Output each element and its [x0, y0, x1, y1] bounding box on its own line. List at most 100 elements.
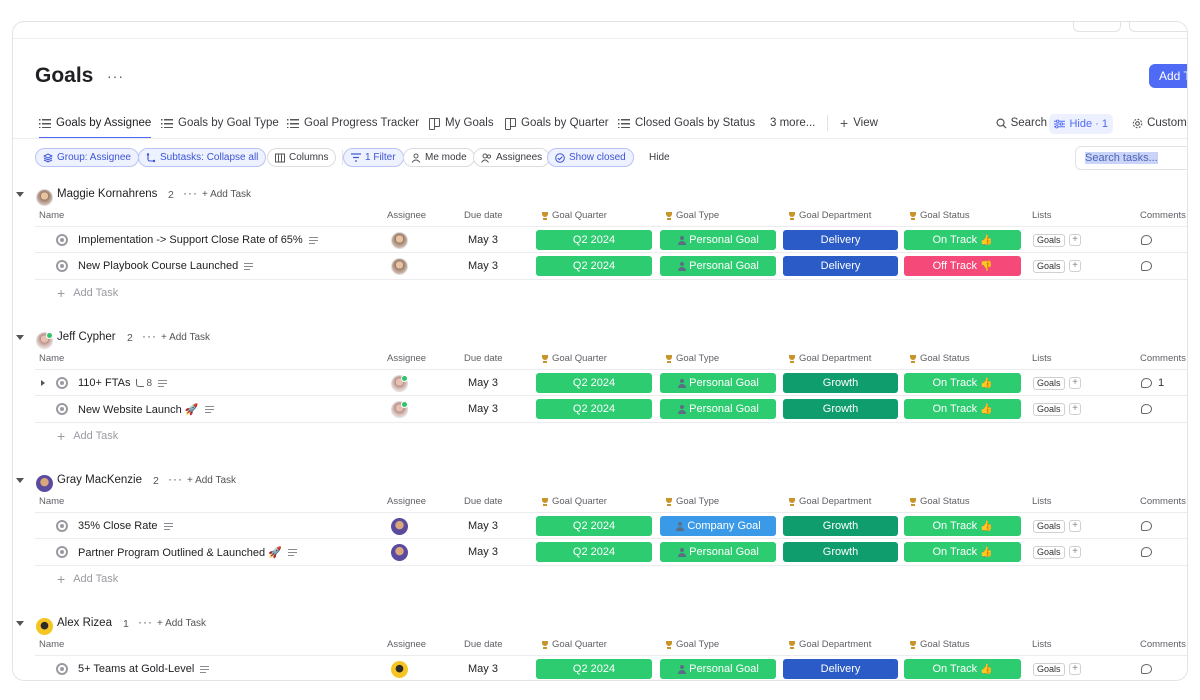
goal-status-pill[interactable]: Off Track 👎: [904, 256, 1021, 276]
column-header-goal-type[interactable]: Goal Type: [665, 639, 719, 650]
column-header-assignee[interactable]: Assignee: [387, 496, 426, 507]
goal-type-pill[interactable]: Personal Goal: [660, 230, 776, 250]
column-header-goal-type[interactable]: Goal Type: [665, 353, 719, 364]
list-tag[interactable]: Goals: [1033, 260, 1065, 273]
search-tasks-input[interactable]: Search tasks...: [1075, 146, 1187, 170]
group-by-chip[interactable]: Group: Assignee: [35, 148, 139, 167]
assignee-cell[interactable]: [391, 396, 408, 422]
top-strip-button[interactable]: [1129, 22, 1187, 32]
column-header-name[interactable]: Name: [39, 210, 64, 221]
goal-type-pill[interactable]: Personal Goal: [660, 256, 776, 276]
goal-type-pill[interactable]: Personal Goal: [660, 399, 776, 419]
table-row[interactable]: New Website Launch 🚀 May 3 Q2 2024 Perso…: [35, 396, 1187, 423]
table-row[interactable]: 35% Close Rate May 3 Q2 2024 Company Goa…: [35, 512, 1187, 539]
goal-quarter-pill[interactable]: Q2 2024: [536, 542, 652, 562]
group-add-task-button[interactable]: + Add Task: [187, 475, 236, 486]
column-header-due-date[interactable]: Due date: [464, 353, 503, 364]
column-header-goal-status[interactable]: Goal Status: [909, 353, 970, 364]
table-row[interactable]: 5+ Teams at Gold-Level May 3 Q2 2024 Per…: [35, 655, 1187, 680]
goal-type-pill[interactable]: Personal Goal: [660, 373, 776, 393]
top-strip-button[interactable]: [1073, 22, 1121, 32]
assignees-chip[interactable]: Assignees: [473, 148, 551, 167]
task-name[interactable]: New Playbook Course Launched: [78, 260, 238, 272]
goal-quarter-pill[interactable]: Q2 2024: [536, 399, 652, 419]
task-name[interactable]: Implementation -> Support Close Rate of …: [78, 234, 303, 246]
column-header-goal-department[interactable]: Goal Department: [788, 639, 871, 650]
goal-department-pill[interactable]: Growth: [783, 373, 898, 393]
due-date-cell[interactable]: May 3: [468, 370, 498, 396]
task-status-icon[interactable]: [56, 260, 68, 272]
due-date-cell[interactable]: May 3: [468, 227, 498, 253]
goal-status-pill[interactable]: On Track 👍: [904, 659, 1021, 679]
add-list-icon[interactable]: +: [1069, 520, 1081, 532]
add-list-icon[interactable]: +: [1069, 663, 1081, 675]
tab-goals-by-goal-type[interactable]: Goals by Goal Type: [161, 108, 279, 138]
tab-my-goals[interactable]: My Goals: [428, 108, 494, 138]
group-more-icon[interactable]: ···: [138, 615, 153, 629]
task-status-icon[interactable]: [56, 520, 68, 532]
collapse-caret-icon[interactable]: [16, 192, 24, 197]
group-more-icon[interactable]: ···: [183, 186, 198, 200]
list-tag[interactable]: Goals: [1033, 520, 1065, 533]
collapse-caret-icon[interactable]: [16, 335, 24, 340]
column-header-comments[interactable]: Comments: [1140, 639, 1186, 650]
list-tag[interactable]: Goals: [1033, 234, 1065, 247]
add-list-icon[interactable]: +: [1069, 377, 1081, 389]
columns-chip[interactable]: Columns: [267, 148, 337, 167]
goal-department-pill[interactable]: Delivery: [783, 256, 898, 276]
add-list-icon[interactable]: +: [1069, 234, 1081, 246]
column-header-comments[interactable]: Comments: [1140, 353, 1186, 364]
hide-button[interactable]: Hide · 1: [1049, 114, 1113, 134]
due-date-cell[interactable]: May 3: [468, 539, 498, 565]
task-name-cell[interactable]: Implementation -> Support Close Rate of …: [78, 227, 318, 253]
column-header-due-date[interactable]: Due date: [464, 496, 503, 507]
comment-icon[interactable]: [1141, 261, 1152, 271]
goal-type-pill[interactable]: Company Goal: [660, 516, 776, 536]
comment-icon[interactable]: [1141, 404, 1152, 414]
list-tag[interactable]: Goals: [1033, 663, 1065, 676]
task-name-cell[interactable]: New Playbook Course Launched: [78, 253, 254, 279]
tab-goals-by-assignee[interactable]: Goals by Assignee: [39, 108, 152, 139]
column-header-due-date[interactable]: Due date: [464, 210, 503, 221]
add-list-icon[interactable]: +: [1069, 546, 1081, 558]
due-date-cell[interactable]: May 3: [468, 253, 498, 279]
goal-status-pill[interactable]: On Track 👍: [904, 373, 1021, 393]
column-header-goal-status[interactable]: Goal Status: [909, 496, 970, 507]
tab-goals-by-quarter[interactable]: Goals by Quarter: [504, 108, 609, 138]
table-row[interactable]: New Playbook Course Launched May 3 Q2 20…: [35, 253, 1187, 280]
group-more-icon[interactable]: ···: [168, 472, 183, 486]
add-task-row[interactable]: + Add Task: [57, 569, 118, 589]
goal-type-pill[interactable]: Personal Goal: [660, 542, 776, 562]
column-header-assignee[interactable]: Assignee: [387, 639, 426, 650]
comment-icon[interactable]: [1141, 235, 1152, 245]
goal-department-pill[interactable]: Delivery: [783, 230, 898, 250]
column-header-goal-quarter[interactable]: Goal Quarter: [541, 210, 607, 221]
group-add-task-button[interactable]: + Add Task: [157, 618, 206, 629]
collapse-caret-icon[interactable]: [16, 621, 24, 626]
filter-chip[interactable]: 1 Filter: [343, 148, 404, 167]
subtasks-chip[interactable]: Subtasks: Collapse all: [138, 148, 267, 167]
table-row[interactable]: 110+ FTAs 8 May 3 Q2 2024 Personal Goal G…: [35, 369, 1187, 396]
task-name[interactable]: New Website Launch 🚀: [78, 403, 199, 416]
goal-quarter-pill[interactable]: Q2 2024: [536, 373, 652, 393]
comment-icon[interactable]: [1141, 547, 1152, 557]
task-status-icon[interactable]: [56, 377, 68, 389]
tab-goal-progress-tracker[interactable]: Goal Progress Tracker: [287, 108, 419, 138]
group-more-icon[interactable]: ···: [142, 329, 157, 343]
column-header-lists[interactable]: Lists: [1032, 639, 1052, 650]
goal-department-pill[interactable]: Delivery: [783, 659, 898, 679]
column-header-goal-department[interactable]: Goal Department: [788, 496, 871, 507]
column-header-goal-type[interactable]: Goal Type: [665, 210, 719, 221]
add-task-row[interactable]: + Add Task: [57, 283, 118, 303]
task-name-cell[interactable]: 110+ FTAs 8: [78, 370, 168, 396]
hide-filter-chip[interactable]: Hide: [641, 148, 678, 167]
goal-status-pill[interactable]: On Track 👍: [904, 230, 1021, 250]
goal-type-pill[interactable]: Personal Goal: [660, 659, 776, 679]
task-status-icon[interactable]: [56, 234, 68, 246]
due-date-cell[interactable]: May 3: [468, 656, 498, 680]
column-header-goal-status[interactable]: Goal Status: [909, 639, 970, 650]
goal-department-pill[interactable]: Growth: [783, 542, 898, 562]
assignee-cell[interactable]: [391, 227, 408, 253]
column-header-lists[interactable]: Lists: [1032, 210, 1052, 221]
column-header-name[interactable]: Name: [39, 353, 64, 364]
